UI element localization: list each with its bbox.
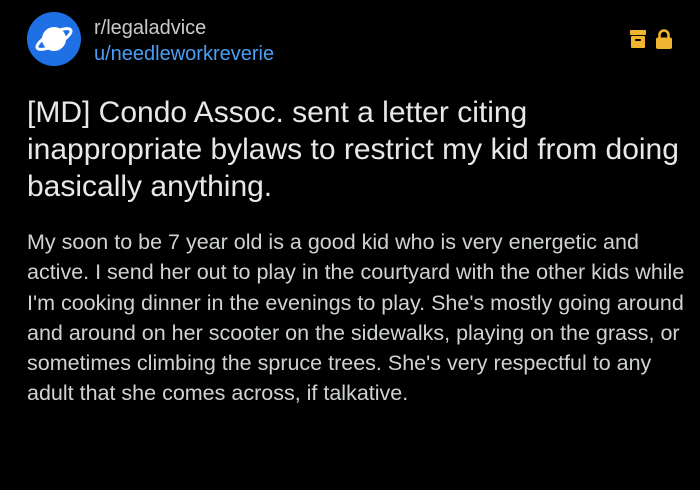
post-header: r/legaladvice u/needleworkreverie — [27, 12, 673, 70]
subreddit-avatar[interactable] — [27, 12, 81, 66]
planet-icon — [35, 27, 73, 51]
lock-icon — [656, 29, 672, 49]
post-body: My soon to be 7 year old is a good kid w… — [27, 230, 685, 406]
status-icons — [630, 29, 672, 49]
subreddit-name[interactable]: r/legaladvice — [94, 15, 274, 41]
author-username[interactable]: u/needleworkreverie — [94, 41, 274, 67]
post-title[interactable]: [MD] Condo Assoc. sent a letter citing i… — [27, 94, 687, 205]
archive-icon — [630, 30, 646, 48]
post-meta: r/legaladvice u/needleworkreverie — [94, 15, 274, 67]
